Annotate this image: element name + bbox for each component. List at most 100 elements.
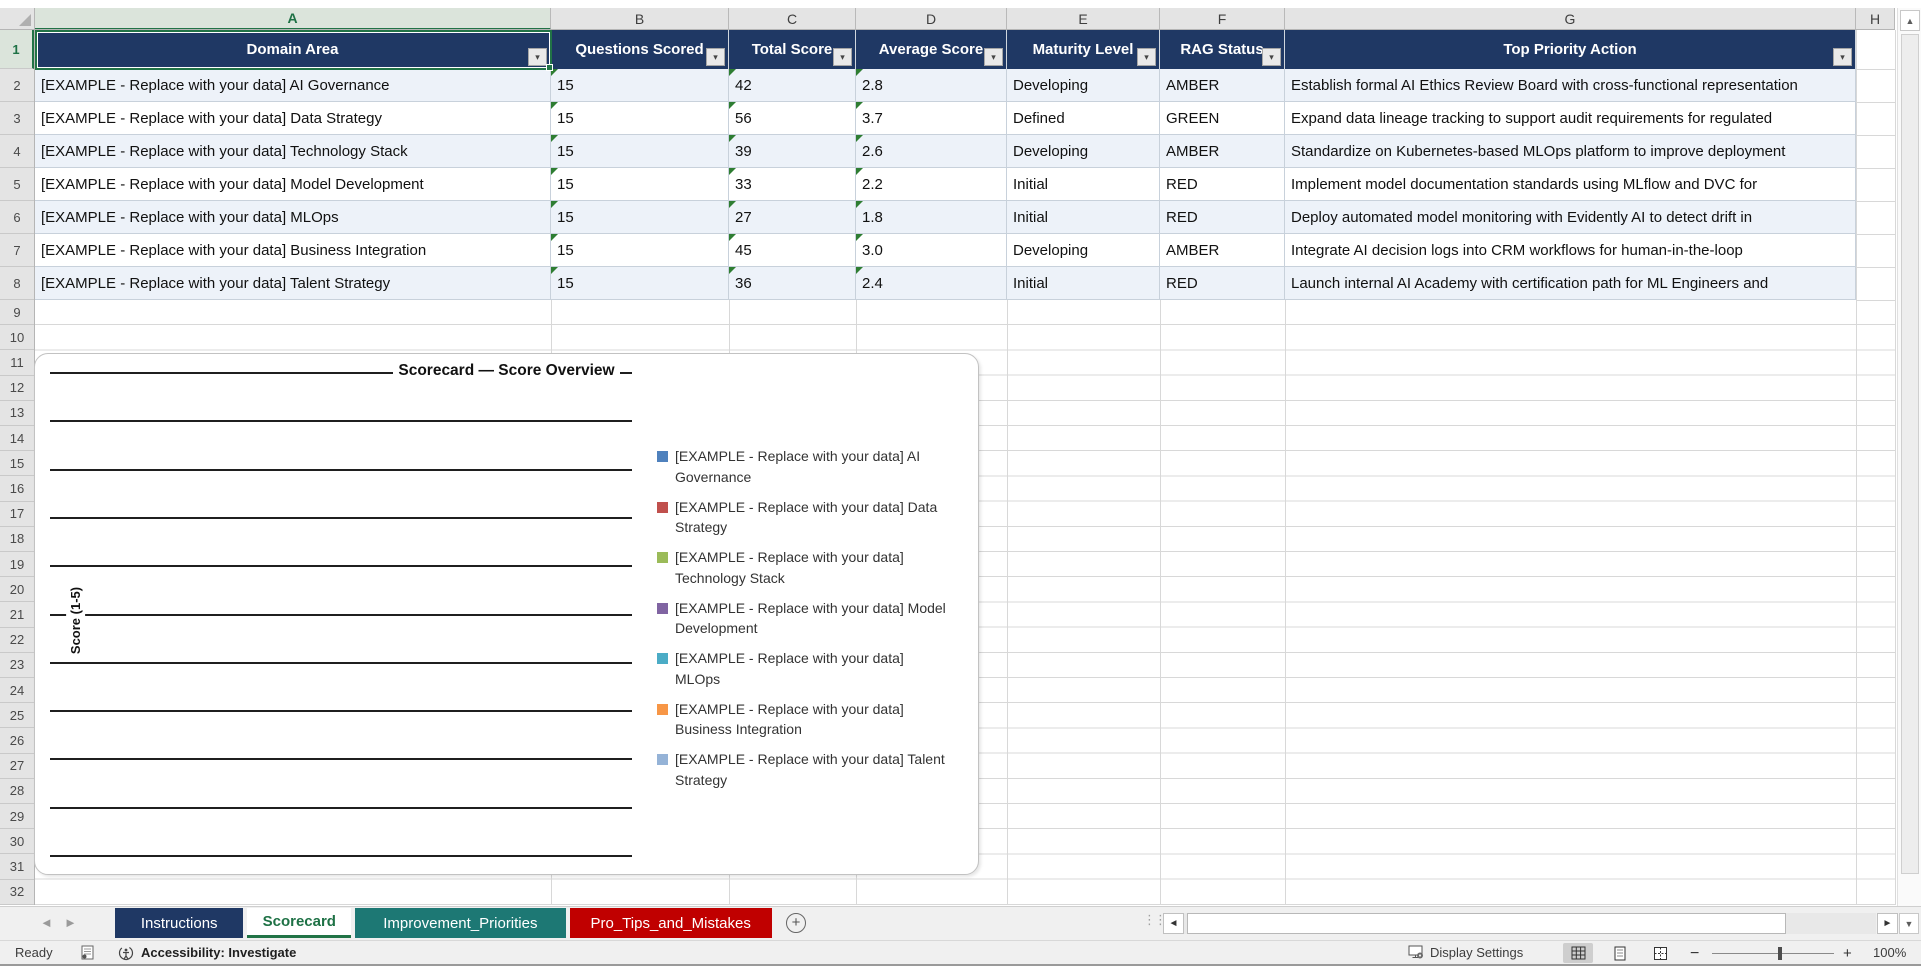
new-sheet-button[interactable]: +	[786, 913, 806, 933]
cell-maturity-row-7[interactable]: Developing	[1007, 234, 1160, 267]
header-cell-questions-scored[interactable]: Questions Scored ▾	[551, 30, 729, 69]
row-header-5[interactable]: 5	[0, 168, 34, 201]
row-header-20[interactable]: 20	[0, 577, 34, 603]
filter-dropdown-button[interactable]: ▾	[528, 48, 547, 66]
accessibility-status[interactable]: Accessibility: Investigate	[141, 945, 296, 960]
sheet-tab-improvement_priorities[interactable]: Improvement_Priorities	[355, 908, 566, 938]
filter-dropdown-button[interactable]: ▾	[984, 48, 1003, 66]
scroll-down-button[interactable]: ▼	[1899, 913, 1919, 934]
cell-domain-row-5[interactable]: [EXAMPLE - Replace with your data] Model…	[35, 168, 551, 201]
filter-dropdown-button[interactable]: ▾	[706, 48, 725, 66]
sheet-tab-instructions[interactable]: Instructions	[115, 908, 244, 938]
cell-avg-row-3[interactable]: 3.7	[856, 102, 1007, 135]
row-header-1[interactable]: 1	[0, 30, 34, 69]
cell-questions-row-2[interactable]: 15	[551, 69, 729, 102]
row-header-4[interactable]: 4	[0, 135, 34, 168]
cell-action-row-2[interactable]: Establish formal AI Ethics Review Board …	[1285, 69, 1856, 102]
cell-maturity-row-8[interactable]: Initial	[1007, 267, 1160, 300]
row-header-7[interactable]: 7	[0, 234, 34, 267]
cell-action-row-7[interactable]: Integrate AI decision logs into CRM work…	[1285, 234, 1856, 267]
row-header-29[interactable]: 29	[0, 804, 34, 830]
fill-handle[interactable]	[546, 64, 553, 71]
row-header-27[interactable]: 27	[0, 754, 34, 779]
zoom-slider-handle[interactable]	[1778, 947, 1782, 960]
row-header-24[interactable]: 24	[0, 678, 34, 704]
cell-questions-row-4[interactable]: 15	[551, 135, 729, 168]
row-header-26[interactable]: 26	[0, 728, 34, 754]
row-header-22[interactable]: 22	[0, 628, 34, 653]
scroll-left-button[interactable]: ◄	[1163, 913, 1184, 934]
header-cell-average-score[interactable]: Average Score ▾	[856, 30, 1007, 69]
zoom-slider-track[interactable]	[1712, 953, 1834, 954]
row-header-2[interactable]: 2	[0, 69, 34, 102]
cell-rag-row-4[interactable]: AMBER	[1160, 135, 1285, 168]
cell-maturity-row-6[interactable]: Initial	[1007, 201, 1160, 234]
sheet-tab-scorecard[interactable]: Scorecard	[247, 908, 352, 938]
column-header-F[interactable]: F	[1160, 8, 1285, 29]
cell-total-row-6[interactable]: 27	[729, 201, 856, 234]
header-cell-top-priority-action[interactable]: Top Priority Action ▾	[1285, 30, 1856, 69]
page-break-view-button[interactable]	[1645, 943, 1675, 963]
tab-nav-right-icon[interactable]: ►	[64, 915, 77, 930]
cell-total-row-7[interactable]: 45	[729, 234, 856, 267]
cell-action-row-6[interactable]: Deploy automated model monitoring with E…	[1285, 201, 1856, 234]
column-header-B[interactable]: B	[551, 8, 729, 29]
cell-rag-row-6[interactable]: RED	[1160, 201, 1285, 234]
row-header-30[interactable]: 30	[0, 829, 34, 855]
row-header-9[interactable]: 9	[0, 300, 34, 326]
row-header-17[interactable]: 17	[0, 502, 34, 527]
filter-dropdown-button[interactable]: ▾	[1262, 48, 1281, 66]
cell-rag-row-8[interactable]: RED	[1160, 267, 1285, 300]
row-header-15[interactable]: 15	[0, 451, 34, 477]
cell-questions-row-3[interactable]: 15	[551, 102, 729, 135]
filter-dropdown-button[interactable]: ▾	[833, 48, 852, 66]
cell-domain-row-2[interactable]: [EXAMPLE - Replace with your data] AI Go…	[35, 69, 551, 102]
column-header-A[interactable]: A	[35, 8, 551, 29]
cell-domain-row-8[interactable]: [EXAMPLE - Replace with your data] Talen…	[35, 267, 551, 300]
cell-avg-row-5[interactable]: 2.2	[856, 168, 1007, 201]
zoom-in-button[interactable]: +	[1843, 945, 1852, 962]
cell-avg-row-4[interactable]: 2.6	[856, 135, 1007, 168]
cell-avg-row-2[interactable]: 2.8	[856, 69, 1007, 102]
cell-rag-row-5[interactable]: RED	[1160, 168, 1285, 201]
row-header-6[interactable]: 6	[0, 201, 34, 234]
row-header-8[interactable]: 8	[0, 267, 34, 300]
page-layout-view-button[interactable]	[1605, 943, 1635, 963]
row-header-10[interactable]: 10	[0, 325, 34, 351]
cell-domain-row-6[interactable]: [EXAMPLE - Replace with your data] MLOps	[35, 201, 551, 234]
cell-total-row-8[interactable]: 36	[729, 267, 856, 300]
row-header-3[interactable]: 3	[0, 102, 34, 135]
cell-rag-row-7[interactable]: AMBER	[1160, 234, 1285, 267]
filter-dropdown-button[interactable]: ▾	[1137, 48, 1156, 66]
cell-total-row-2[interactable]: 42	[729, 69, 856, 102]
cell-total-row-4[interactable]: 39	[729, 135, 856, 168]
column-header-C[interactable]: C	[729, 8, 856, 29]
row-header-13[interactable]: 13	[0, 401, 34, 427]
row-header-14[interactable]: 14	[0, 426, 34, 452]
cell-action-row-3[interactable]: Expand data lineage tracking to support …	[1285, 102, 1856, 135]
column-header-D[interactable]: D	[856, 8, 1007, 29]
cell-avg-row-6[interactable]: 1.8	[856, 201, 1007, 234]
cell-questions-row-6[interactable]: 15	[551, 201, 729, 234]
cell-rag-row-3[interactable]: GREEN	[1160, 102, 1285, 135]
row-header-23[interactable]: 23	[0, 653, 34, 679]
column-header-G[interactable]: G	[1285, 8, 1856, 29]
header-cell-rag-status[interactable]: RAG Status ▾	[1160, 30, 1285, 69]
cell-action-row-5[interactable]: Implement model documentation standards …	[1285, 168, 1856, 201]
display-settings-button[interactable]: Display Settings	[1430, 945, 1523, 960]
tab-splitter-handle[interactable]: ⋮⋮	[1143, 912, 1167, 928]
cell-questions-row-7[interactable]: 15	[551, 234, 729, 267]
row-header-11[interactable]: 11	[0, 350, 34, 376]
cell-domain-row-7[interactable]: [EXAMPLE - Replace with your data] Busin…	[35, 234, 551, 267]
cell-total-row-5[interactable]: 33	[729, 168, 856, 201]
zoom-out-button[interactable]: −	[1690, 945, 1699, 963]
row-header-19[interactable]: 19	[0, 552, 34, 578]
row-header-32[interactable]: 32	[0, 880, 34, 905]
normal-view-button[interactable]	[1563, 943, 1593, 963]
sheet-tab-pro_tips_and_mistakes[interactable]: Pro_Tips_and_Mistakes	[569, 908, 772, 938]
vertical-scrollbar-thumb[interactable]	[1901, 34, 1919, 874]
cell-action-row-4[interactable]: Standardize on Kubernetes-based MLOps pl…	[1285, 135, 1856, 168]
tab-nav-left-icon[interactable]: ◄	[40, 915, 53, 930]
cell-avg-row-8[interactable]: 2.4	[856, 267, 1007, 300]
cell-total-row-3[interactable]: 56	[729, 102, 856, 135]
